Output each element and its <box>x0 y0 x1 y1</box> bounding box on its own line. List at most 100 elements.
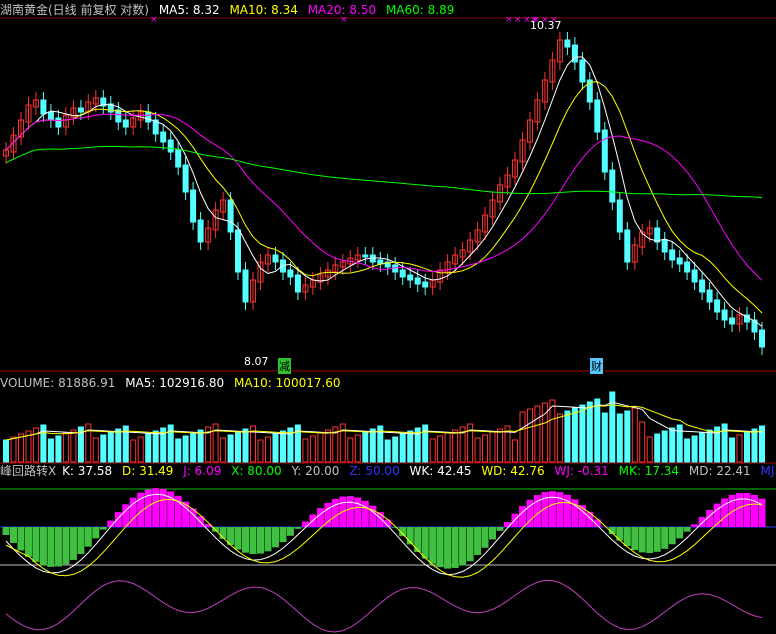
volume-bar <box>392 436 399 463</box>
volume-bar <box>631 407 638 463</box>
volume-bar <box>145 433 152 463</box>
candle-body <box>594 99 601 133</box>
volume-bar <box>669 427 676 463</box>
volume-bar <box>556 413 563 463</box>
volume-bar <box>444 432 451 463</box>
candle-body <box>190 189 197 223</box>
volume-bar <box>437 435 444 463</box>
candle-body <box>182 164 189 193</box>
volume-bar <box>527 408 533 463</box>
volume-bar <box>324 429 331 463</box>
oscillator-bar <box>84 527 92 547</box>
candle-body <box>624 229 631 263</box>
oscillator-bar <box>638 527 646 553</box>
volume-panel[interactable]: VOLUME: 81886.91 MA5: 102916.80 MA10: 10… <box>0 372 776 464</box>
oscillator-bar <box>391 527 399 528</box>
oscillator-bar <box>301 521 309 527</box>
volume-bar <box>272 433 279 463</box>
oscillator-bar <box>444 527 452 569</box>
candle-body <box>122 119 129 128</box>
volume-bar <box>601 412 608 463</box>
volume-bar <box>482 434 488 463</box>
candle-body <box>242 269 249 303</box>
oscillator-bar <box>279 527 287 543</box>
volume-bar <box>512 439 518 463</box>
volume-bar <box>699 432 706 463</box>
price-panel[interactable]: 湖南黄金(日线 前复权 对数) MA5: 8.32 MA10: 8.34 MA2… <box>0 0 776 374</box>
ma20-line <box>5 113 763 281</box>
oscillator-bar <box>728 494 736 527</box>
candle-body <box>616 199 623 233</box>
volume-chart[interactable] <box>0 372 776 464</box>
oscillator-bar <box>736 493 743 527</box>
oscillator-bar <box>489 527 496 540</box>
oscillator-bar <box>653 527 661 552</box>
oscillator-bar <box>54 527 62 567</box>
volume-bar <box>152 430 159 463</box>
volume-bar <box>235 431 241 463</box>
volume-bar <box>452 429 459 463</box>
indicator-chart[interactable] <box>0 464 776 634</box>
oscillator-bar <box>451 527 459 568</box>
oscillator-bar <box>661 527 669 549</box>
volume-bar <box>639 421 646 463</box>
volume-bar <box>70 429 77 463</box>
volume-bar <box>265 436 271 463</box>
oscillator-bar <box>691 524 699 527</box>
volume-bar <box>182 435 189 463</box>
volume-bar <box>62 432 69 463</box>
volume-bar <box>579 404 586 463</box>
volume-bar <box>751 428 758 463</box>
oscillator-bar <box>646 527 654 553</box>
volume-bar <box>18 433 24 463</box>
volume-bar <box>130 439 137 463</box>
oscillator-bar <box>25 527 32 557</box>
volume-bar <box>497 428 503 463</box>
oscillator-bar <box>631 527 639 551</box>
volume-bar <box>362 431 369 463</box>
candle-body <box>407 274 414 281</box>
volume-bar <box>10 436 17 463</box>
volume-bar <box>616 413 623 463</box>
oscillator-bar <box>272 527 279 548</box>
volume-bar <box>706 429 713 463</box>
oscillator-bar <box>316 508 324 527</box>
oscillator-bar <box>69 527 77 560</box>
oscillator-bar <box>346 496 354 527</box>
candle-body <box>294 274 301 293</box>
volume-bar <box>736 434 743 463</box>
oscillator-bar <box>2 527 10 535</box>
oscillator-bar <box>466 527 474 562</box>
candle-body <box>235 229 241 273</box>
oscillator-bar <box>39 527 47 566</box>
candle-body <box>422 281 429 288</box>
volume-bar <box>474 437 481 463</box>
oscillator-bar <box>683 527 691 532</box>
indicator-panel[interactable]: 峰回路转X K: 37.58 D: 31.49 J: 6.09 X: 80.00… <box>0 464 776 634</box>
oscillator-bar <box>234 527 242 550</box>
oscillator-bar <box>264 527 272 552</box>
oscillator-bar <box>47 527 55 567</box>
candle-body <box>691 269 698 283</box>
top-marker-x: × <box>340 15 348 25</box>
oscillator-bar <box>504 522 511 527</box>
volume-bar <box>586 401 593 463</box>
volume-bar <box>384 439 391 463</box>
price-chart[interactable]: × × × × × ×× × × <box>0 0 776 372</box>
oscillator-bar <box>421 527 429 559</box>
oscillator-bar <box>751 495 758 527</box>
volume-bar <box>729 437 736 463</box>
top-marker-x: × <box>514 15 522 25</box>
candle-body <box>145 111 152 123</box>
candle-body <box>699 279 706 293</box>
volume-bar <box>347 437 354 463</box>
oscillator-bar <box>92 527 100 539</box>
top-marker-x: × <box>505 15 513 25</box>
candle-body <box>654 227 661 243</box>
candle-body <box>706 289 713 303</box>
volume-bar <box>302 438 309 463</box>
candle-body <box>609 169 616 203</box>
candle-body <box>287 269 294 278</box>
candle-body <box>729 317 736 325</box>
oscillator-bar <box>548 491 556 527</box>
